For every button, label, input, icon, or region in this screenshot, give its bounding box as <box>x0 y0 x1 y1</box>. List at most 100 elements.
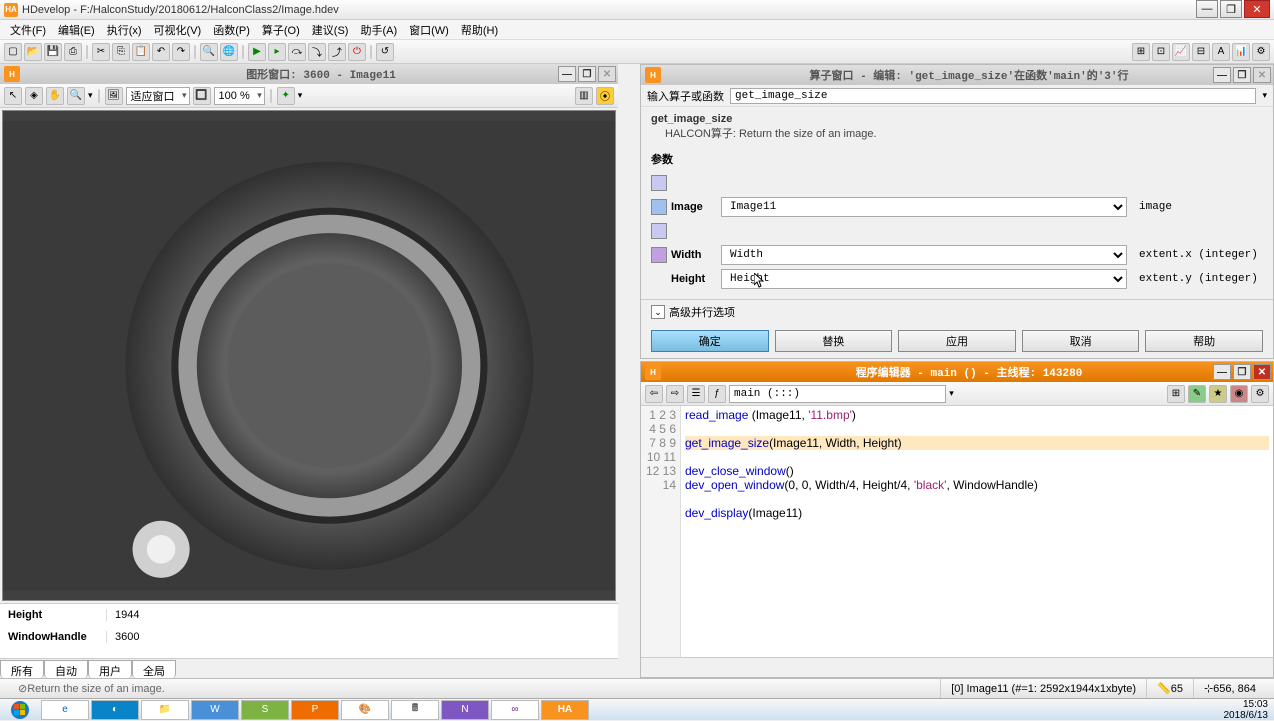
taskbar-paint-icon[interactable]: 🎨 <box>341 700 389 720</box>
taskbar-onenote-icon[interactable]: N <box>441 700 489 720</box>
tab-all[interactable]: 所有 <box>0 660 44 678</box>
ed-maximize-button[interactable]: ❐ <box>1233 364 1251 380</box>
assist-image-icon[interactable]: ⊞ <box>1132 43 1150 61</box>
zoom-dropdown[interactable]: 100 % <box>214 87 265 105</box>
zoom-mode-icon[interactable]: 🔲 <box>193 87 211 105</box>
ed-minimize-button[interactable]: — <box>1213 364 1231 380</box>
find-icon[interactable]: 🔍 <box>200 43 218 61</box>
menu-visualize[interactable]: 可视化(V) <box>148 20 208 40</box>
assist-profile-icon[interactable]: 📊 <box>1232 43 1250 61</box>
ow-minimize-button[interactable]: — <box>1213 67 1231 83</box>
maximize-button[interactable]: ❐ <box>1220 0 1242 18</box>
pointer-icon[interactable]: ↖ <box>4 87 22 105</box>
step-icon[interactable]: ▸ <box>268 43 286 61</box>
tab-global[interactable]: 全局 <box>132 660 176 678</box>
tab-auto[interactable]: 自动 <box>44 660 88 678</box>
param-value-select[interactable]: Width <box>721 245 1127 265</box>
assist-calib-icon[interactable]: ⊡ <box>1152 43 1170 61</box>
reset-icon[interactable]: ↺ <box>376 43 394 61</box>
taskbar-explorer-icon[interactable]: 📁 <box>141 700 189 720</box>
nav-forward-icon[interactable]: ⇨ <box>666 385 684 403</box>
clear-icon[interactable]: ✦ <box>277 87 295 105</box>
globe-icon[interactable]: 🌐 <box>220 43 238 61</box>
taskbar-ppt-icon[interactable]: P <box>291 700 339 720</box>
taskbar-calc-icon[interactable]: 🖩 <box>391 700 439 720</box>
menu-help[interactable]: 帮助(H) <box>455 20 504 40</box>
image-mode-icon[interactable]: 🖼 <box>105 87 123 105</box>
settings-icon[interactable]: ⚙ <box>1251 385 1269 403</box>
menu-edit[interactable]: 编辑(E) <box>52 20 101 40</box>
assist-match-icon[interactable]: ⊟ <box>1192 43 1210 61</box>
start-button[interactable] <box>0 699 40 721</box>
open-icon[interactable]: 📂 <box>24 43 42 61</box>
ok-button[interactable]: 确定 <box>651 330 769 352</box>
gw-maximize-button[interactable]: ❐ <box>578 66 596 82</box>
menu-operators[interactable]: 算子(O) <box>256 20 306 40</box>
func-icon[interactable]: ƒ <box>708 385 726 403</box>
assist-ocr-icon[interactable]: A <box>1212 43 1230 61</box>
fit-dropdown[interactable]: 适应窗口 <box>126 87 190 105</box>
param-value-select[interactable]: Height <box>721 269 1127 289</box>
var-row[interactable]: Height 1944 <box>0 604 618 626</box>
close-button[interactable]: ✕ <box>1244 0 1270 18</box>
edit-icon[interactable]: ✎ <box>1188 385 1206 403</box>
taskbar-excel-icon[interactable]: S <box>241 700 289 720</box>
operator-input[interactable] <box>730 88 1256 104</box>
gw-minimize-button[interactable]: — <box>558 66 576 82</box>
copy-icon[interactable]: ⎘ <box>112 43 130 61</box>
taskbar-hdevelop-icon[interactable]: HA <box>541 700 589 720</box>
step-out-icon[interactable]: ⤴ <box>328 43 346 61</box>
menu-execute[interactable]: 执行(x) <box>101 20 148 40</box>
record-icon[interactable]: ⦿ <box>596 87 614 105</box>
saveall-icon[interactable]: ⎙ <box>64 43 82 61</box>
undo-icon[interactable]: ↶ <box>152 43 170 61</box>
pan-icon[interactable]: ✋ <box>46 87 64 105</box>
inspect-icon[interactable]: ◈ <box>25 87 43 105</box>
zoom-icon[interactable]: 🔍 <box>67 87 85 105</box>
menu-functions[interactable]: 函数(P) <box>207 20 256 40</box>
stream-icon[interactable]: ▥ <box>575 87 593 105</box>
gw-close-button[interactable]: ✕ <box>598 66 616 82</box>
menu-file[interactable]: 文件(F) <box>4 20 52 40</box>
menu-assistants[interactable]: 助手(A) <box>354 20 403 40</box>
minimize-button[interactable]: — <box>1196 0 1218 18</box>
taskbar-ie-icon[interactable]: e <box>41 700 89 720</box>
stop-icon[interactable]: ⏻ <box>348 43 366 61</box>
assist-measure-icon[interactable]: 📈 <box>1172 43 1190 61</box>
bookmark-icon[interactable]: ★ <box>1209 385 1227 403</box>
help-button[interactable]: 帮助 <box>1145 330 1263 352</box>
code-text[interactable]: read_image (Image11, '11.bmp') get_image… <box>681 406 1273 657</box>
ow-close-button[interactable]: ✕ <box>1253 67 1271 83</box>
assist-tune-icon[interactable]: ⚙ <box>1252 43 1270 61</box>
replace-button[interactable]: 替换 <box>775 330 893 352</box>
redo-icon[interactable]: ↷ <box>172 43 190 61</box>
var-row[interactable]: WindowHandle 3600 <box>0 626 618 648</box>
window-icon[interactable]: ⊞ <box>1167 385 1185 403</box>
step-over-icon[interactable]: ⤼ <box>288 43 306 61</box>
image-viewport[interactable] <box>2 110 616 601</box>
menu-window[interactable]: 窗口(W) <box>403 20 455 40</box>
taskbar-vs-icon[interactable]: ∞ <box>491 700 539 720</box>
chevron-down-icon[interactable]: ▾ <box>1262 90 1267 101</box>
run-icon[interactable]: ▶ <box>248 43 266 61</box>
code-area[interactable]: 1 2 3 4 5 6 7 8 9 10 11 12 13 14 read_im… <box>641 406 1273 657</box>
nav-list-icon[interactable]: ☰ <box>687 385 705 403</box>
breakpoint-icon[interactable]: ◉ <box>1230 385 1248 403</box>
apply-button[interactable]: 应用 <box>898 330 1016 352</box>
cut-icon[interactable]: ✂ <box>92 43 110 61</box>
nav-back-icon[interactable]: ⇦ <box>645 385 663 403</box>
tab-user[interactable]: 用户 <box>88 660 132 678</box>
step-into-icon[interactable]: ⤵ <box>308 43 326 61</box>
menu-suggestions[interactable]: 建议(S) <box>306 20 355 40</box>
taskbar-app-icon[interactable]: ◐ <box>91 700 139 720</box>
function-combo[interactable]: main (:::) <box>729 385 946 403</box>
save-icon[interactable]: 💾 <box>44 43 62 61</box>
paste-icon[interactable]: 📋 <box>132 43 150 61</box>
param-value-select[interactable]: Image11 <box>721 197 1127 217</box>
taskbar-wps-icon[interactable]: W <box>191 700 239 720</box>
ed-close-button[interactable]: ✕ <box>1253 364 1271 380</box>
cancel-button[interactable]: 取消 <box>1022 330 1140 352</box>
new-icon[interactable]: ▢ <box>4 43 22 61</box>
system-tray[interactable]: 15:03 2018/6/13 <box>1218 699 1274 721</box>
ow-maximize-button[interactable]: ❐ <box>1233 67 1251 83</box>
